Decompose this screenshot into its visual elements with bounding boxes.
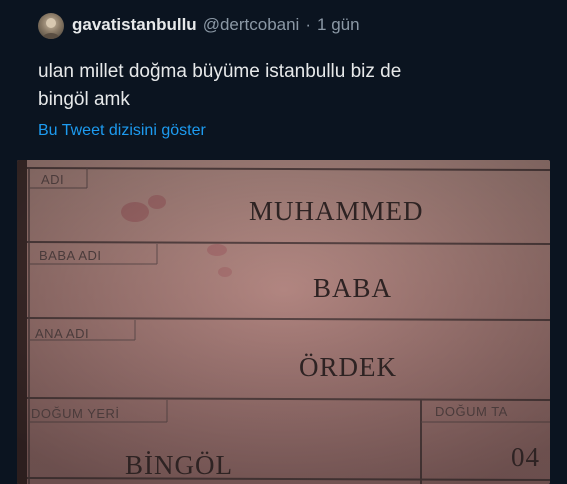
tweet: gavatistanbullu @dertcobani · 1 gün ulan… bbox=[0, 0, 567, 484]
tweet-text-line-2: bingöl amk bbox=[38, 89, 130, 110]
tweet-media-image[interactable]: ADI MUHAMMED BABA ADI BABA ANA ADI ÖRDEK… bbox=[17, 160, 550, 484]
mother-name-value: ÖRDEK bbox=[299, 352, 397, 382]
birthdate-value: 04 bbox=[511, 442, 540, 472]
show-thread-link[interactable]: Bu Tweet dizisini göster bbox=[38, 122, 206, 140]
tweet-text: ulan millet doğma büyüme istanbullu biz … bbox=[38, 58, 538, 114]
name-label: ADI bbox=[41, 172, 65, 187]
father-name-value: BABA bbox=[313, 273, 393, 303]
tweet-text-line-1: ulan millet doğma büyüme istanbullu biz … bbox=[38, 61, 402, 82]
mother-name-label: ANA ADI bbox=[35, 326, 90, 341]
birthdate-label: DOĞUM TA bbox=[435, 404, 508, 419]
tweet-timestamp[interactable]: 1 gün bbox=[317, 15, 360, 35]
father-name-label: BABA ADI bbox=[39, 248, 102, 263]
display-name[interactable]: gavatistanbullu bbox=[72, 15, 197, 35]
tweet-header: gavatistanbullu @dertcobani · 1 gün bbox=[72, 14, 360, 36]
user-handle[interactable]: @dertcobani bbox=[203, 15, 300, 35]
separator-dot: · bbox=[305, 15, 312, 34]
name-value: MUHAMMED bbox=[249, 196, 424, 226]
birthplace-label: DOĞUM YERİ bbox=[31, 406, 120, 421]
birthplace-value: BİNGÖL bbox=[125, 450, 233, 480]
avatar-photo-icon bbox=[42, 18, 60, 39]
avatar[interactable] bbox=[38, 13, 64, 39]
